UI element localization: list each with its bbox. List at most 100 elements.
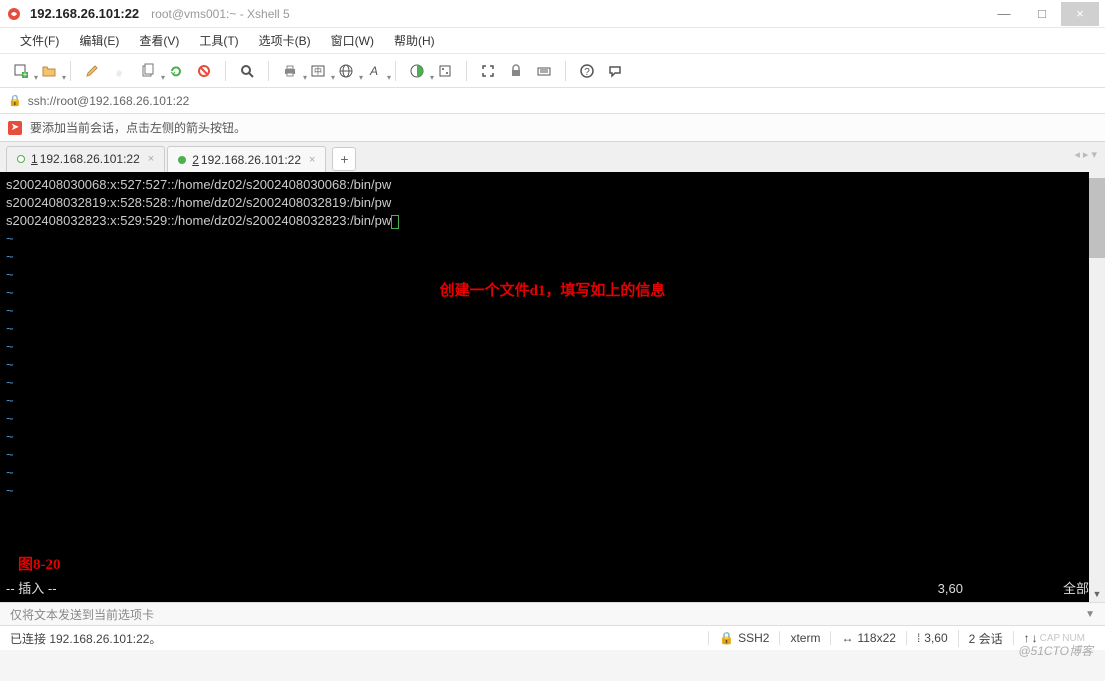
- tab-nav-arrows[interactable]: ◂ ▸ ▾: [1074, 148, 1097, 161]
- vim-mode: -- 插入 --: [6, 580, 57, 598]
- annotation-bottom: 图8-20: [18, 556, 61, 574]
- menu-window[interactable]: 窗口(W): [321, 32, 384, 49]
- add-session-arrow-icon[interactable]: ➤: [8, 121, 22, 135]
- status-protocol: 🔒SSH2: [708, 631, 779, 645]
- title-subtitle: root@vms001:~ - Xshell 5: [151, 7, 290, 21]
- status-pos: ⁞3,60: [906, 631, 958, 645]
- status-size: ↔118x22: [830, 631, 905, 645]
- tab-close-icon[interactable]: ×: [309, 154, 315, 166]
- tilde-line: ~: [6, 338, 1099, 356]
- watermark: @51CTO博客: [1018, 642, 1093, 659]
- terminal-scrollbar[interactable]: ▼: [1089, 172, 1105, 602]
- status-sessions: 2 会话: [958, 630, 1013, 647]
- toolbar-separator: [565, 61, 566, 81]
- tab-close-icon[interactable]: ×: [148, 153, 154, 165]
- tilde-line: ~: [6, 446, 1099, 464]
- titlebar: 192.168.26.101:22 root@vms001:~ - Xshell…: [0, 0, 1105, 28]
- disconnect-icon[interactable]: [191, 58, 217, 84]
- menu-file[interactable]: 文件(F): [10, 32, 69, 49]
- send-hint-text: 仅将文本发送到当前选项卡: [10, 606, 154, 623]
- svg-text:A: A: [369, 64, 378, 78]
- svg-text:中: 中: [314, 66, 322, 76]
- tab-label: 192.168.26.101:22: [201, 153, 301, 167]
- tab-status-dot: [178, 156, 186, 164]
- encoding-icon[interactable]: 中: [305, 58, 331, 84]
- menu-view[interactable]: 查看(V): [129, 32, 189, 49]
- pencil-icon[interactable]: [79, 58, 105, 84]
- toolbar-separator: [466, 61, 467, 81]
- terminal-line: s2002408030068:x:527:527::/home/dz02/s20…: [6, 176, 1099, 194]
- tab-number: 1: [31, 152, 38, 166]
- lock-small-icon: 🔒: [8, 94, 22, 107]
- color-icon[interactable]: [404, 58, 430, 84]
- tilde-line: ~: [6, 464, 1099, 482]
- svg-text:+: +: [23, 70, 28, 79]
- new-session-icon[interactable]: +: [8, 58, 34, 84]
- scrollbar-down-icon[interactable]: ▼: [1089, 586, 1105, 602]
- menu-help[interactable]: 帮助(H): [384, 32, 445, 49]
- font-icon[interactable]: A: [361, 58, 387, 84]
- lock-icon[interactable]: [503, 58, 529, 84]
- highlight-icon[interactable]: [107, 58, 133, 84]
- menu-tab[interactable]: 选项卡(B): [249, 32, 321, 49]
- search-icon[interactable]: [234, 58, 260, 84]
- cursor-icon: ⁞: [917, 631, 920, 645]
- menu-tools[interactable]: 工具(T): [189, 32, 248, 49]
- reconnect-icon[interactable]: [163, 58, 189, 84]
- minimize-button[interactable]: —: [985, 2, 1023, 26]
- maximize-button[interactable]: □: [1023, 2, 1061, 26]
- terminal-line: s2002408032823:x:529:529::/home/dz02/s20…: [6, 212, 1099, 230]
- addressbar-url[interactable]: ssh://root@192.168.26.101:22: [28, 94, 1097, 108]
- annotation-center: 创建一个文件d1，填写如上的信息: [0, 282, 1105, 300]
- statusbar: 已连接 192.168.26.101:22。 🔒SSH2 xterm ↔118x…: [0, 626, 1105, 650]
- tab-2[interactable]: 2 192.168.26.101:22 ×: [167, 146, 326, 172]
- toolbar: + 中 A ?: [0, 54, 1105, 88]
- size-icon: ↔: [841, 631, 853, 645]
- close-button[interactable]: ×: [1061, 2, 1099, 26]
- tab-status-dot: [17, 155, 25, 163]
- hint-bar: ➤ 要添加当前会话，点击左侧的箭头按钮。: [0, 114, 1105, 142]
- fullscreen-icon[interactable]: [475, 58, 501, 84]
- vim-position: 3,60: [938, 580, 963, 598]
- script-icon[interactable]: [432, 58, 458, 84]
- tilde-line: ~: [6, 248, 1099, 266]
- terminal-cursor: [391, 215, 399, 229]
- tilde-line: ~: [6, 428, 1099, 446]
- tab-label: 192.168.26.101:22: [40, 152, 140, 166]
- status-connection: 已连接 192.168.26.101:22。: [10, 630, 708, 647]
- vim-scroll: 全部: [1063, 580, 1089, 598]
- title-address: 192.168.26.101:22: [30, 6, 139, 21]
- tilde-line: ~: [6, 302, 1099, 320]
- tilde-line: ~: [6, 482, 1099, 500]
- help-icon[interactable]: ?: [574, 58, 600, 84]
- globe-icon[interactable]: [333, 58, 359, 84]
- tilde-line: ~: [6, 356, 1099, 374]
- tab-1[interactable]: 1 192.168.26.101:22 ×: [6, 146, 165, 172]
- svg-text:?: ?: [584, 67, 590, 78]
- window-buttons: — □ ×: [985, 2, 1099, 26]
- feedback-icon[interactable]: [602, 58, 628, 84]
- vim-statusline: -- 插入 -- 3,60 全部: [6, 580, 1099, 598]
- terminal-container: s2002408030068:x:527:527::/home/dz02/s20…: [0, 172, 1105, 602]
- status-term: xterm: [779, 631, 830, 645]
- send-target-dropdown-icon[interactable]: ▼: [1085, 609, 1095, 620]
- scrollbar-thumb[interactable]: [1089, 178, 1105, 258]
- print-icon[interactable]: [277, 58, 303, 84]
- toolbar-separator: [225, 61, 226, 81]
- keyboard-icon[interactable]: [531, 58, 557, 84]
- send-input-bar[interactable]: 仅将文本发送到当前选项卡 ▼: [0, 602, 1105, 626]
- open-icon[interactable]: [36, 58, 62, 84]
- tilde-line: ~: [6, 374, 1099, 392]
- tab-number: 2: [192, 153, 199, 167]
- tilde-line: ~: [6, 410, 1099, 428]
- app-icon: [6, 6, 22, 22]
- tilde-line: ~: [6, 320, 1099, 338]
- tilde-line: ~: [6, 392, 1099, 410]
- lock-tiny-icon: 🔒: [719, 631, 734, 645]
- copy-icon[interactable]: [135, 58, 161, 84]
- terminal[interactable]: s2002408030068:x:527:527::/home/dz02/s20…: [0, 172, 1105, 602]
- new-tab-button[interactable]: +: [332, 147, 356, 171]
- tabstrip: 1 192.168.26.101:22 × 2 192.168.26.101:2…: [0, 142, 1105, 172]
- addressbar: 🔒 ssh://root@192.168.26.101:22: [0, 88, 1105, 114]
- menu-edit[interactable]: 编辑(E): [69, 32, 129, 49]
